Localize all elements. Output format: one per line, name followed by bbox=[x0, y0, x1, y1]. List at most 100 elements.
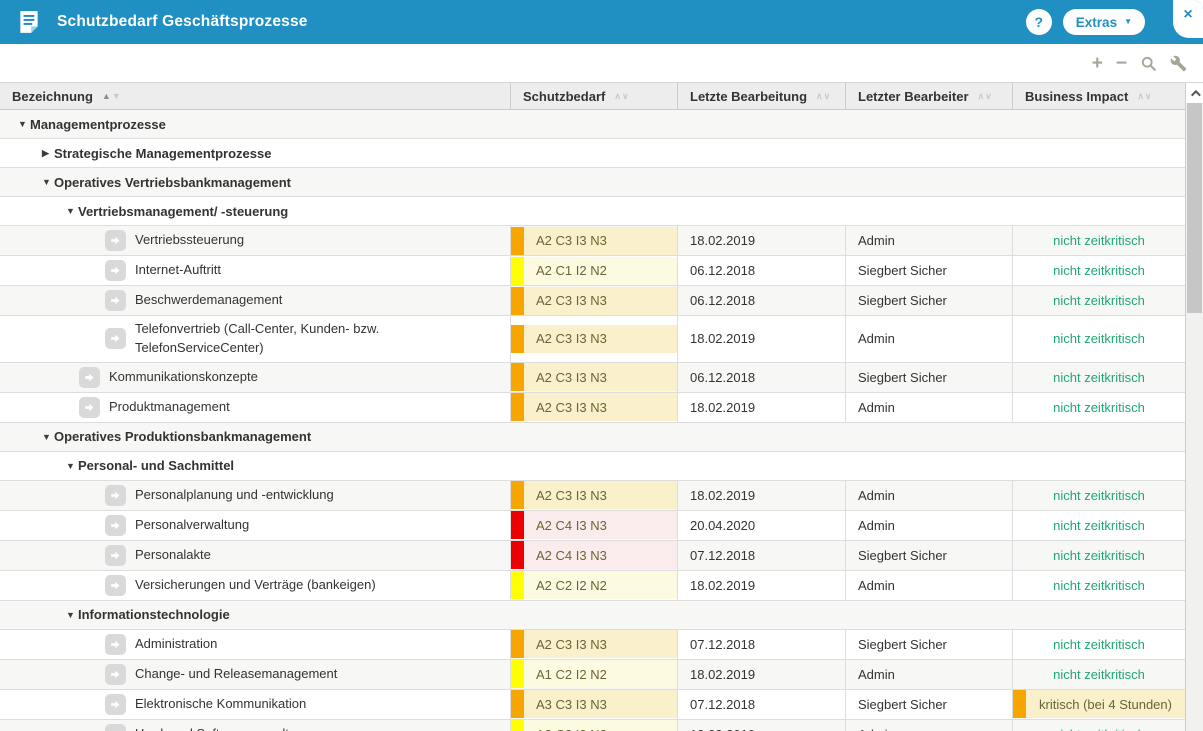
schutzbedarf-cell: A2 C4 I3 N3 bbox=[510, 541, 677, 570]
open-process-icon[interactable] bbox=[105, 290, 126, 311]
column-header-bezeichnung[interactable]: Bezeichnung ▲▼ bbox=[0, 83, 510, 109]
scroll-up-button[interactable] bbox=[1186, 83, 1203, 103]
business-impact-cell: nicht zeitkritisch bbox=[1012, 226, 1185, 255]
table-header-row: Bezeichnung ▲▼ Schutzbedarf ∧∨ Letzte Be… bbox=[0, 83, 1185, 110]
schutzbedarf-cell: A2 C3 I3 N3 bbox=[510, 226, 677, 255]
process-name-cell: Personalverwaltung bbox=[0, 511, 510, 540]
page-title: Schutzbedarf Geschäftsprozesse bbox=[57, 13, 308, 31]
business-impact-cell: nicht zeitkritisch bbox=[1012, 541, 1185, 570]
sort-icons: ▲▼ bbox=[102, 92, 121, 101]
letzter-bearbeiter-cell: Admin bbox=[845, 660, 1012, 689]
impact-value: nicht zeitkritisch bbox=[1053, 578, 1145, 593]
open-process-icon[interactable] bbox=[105, 724, 126, 731]
group-label: Strategische Managementprozesse bbox=[54, 146, 271, 161]
process-name-cell: Hard- und Softwareverwaltung bbox=[0, 720, 510, 731]
column-header-letzter-bearbeiter[interactable]: Letzter Bearbeiter ∧∨ bbox=[845, 83, 1012, 109]
wrench-icon[interactable] bbox=[1170, 55, 1187, 72]
tree-group-row[interactable]: ▼Informationstechnologie bbox=[0, 601, 1185, 630]
process-label: Personalplanung und -entwicklung bbox=[135, 486, 334, 505]
letzte-bearbeitung-cell: 07.12.2018 bbox=[677, 690, 845, 719]
process-row[interactable]: KommunikationskonzepteA2 C3 I3 N306.12.2… bbox=[0, 363, 1185, 393]
process-label: Hard- und Softwareverwaltung bbox=[135, 725, 311, 731]
process-row[interactable]: Change- und ReleasemanagementA1 C2 I2 N2… bbox=[0, 660, 1185, 690]
process-row[interactable]: ProduktmanagementA2 C3 I3 N318.02.2019Ad… bbox=[0, 393, 1185, 423]
impact-value: nicht zeitkritisch bbox=[1053, 263, 1145, 278]
open-process-icon[interactable] bbox=[105, 328, 126, 349]
table-body: ▼Managementprozesse▶Strategische Managem… bbox=[0, 110, 1185, 731]
schutzbedarf-value: A3 C3 I3 N3 bbox=[524, 690, 677, 718]
tree-group-row[interactable]: ▶Strategische Managementprozesse bbox=[0, 139, 1185, 168]
search-icon[interactable] bbox=[1140, 55, 1157, 72]
process-row[interactable]: Internet-AuftrittA2 C1 I2 N206.12.2018Si… bbox=[0, 256, 1185, 286]
open-process-icon[interactable] bbox=[105, 545, 126, 566]
open-process-icon[interactable] bbox=[105, 575, 126, 596]
process-row[interactable]: Versicherungen und Verträge (bankeigen)A… bbox=[0, 571, 1185, 601]
schutzbedarf-badge: A2 C1 I2 N2 bbox=[511, 257, 677, 285]
schutzbedarf-cell: A2 C3 I3 N3 bbox=[510, 363, 677, 392]
process-row[interactable]: Personalplanung und -entwicklungA2 C3 I3… bbox=[0, 481, 1185, 511]
expand-arrow-icon[interactable]: ▶ bbox=[42, 148, 54, 159]
open-process-icon[interactable] bbox=[105, 230, 126, 251]
collapse-arrow-icon[interactable]: ▼ bbox=[42, 177, 54, 187]
severity-bar bbox=[511, 571, 524, 599]
open-process-icon[interactable] bbox=[105, 664, 126, 685]
tree-group-row[interactable]: ▼Personal- und Sachmittel bbox=[0, 452, 1185, 481]
schutzbedarf-badge: A2 C3 I3 N3 bbox=[511, 363, 677, 391]
impact-value: nicht zeitkritisch bbox=[1053, 400, 1145, 415]
column-header-business-impact[interactable]: Business Impact ∧∨ bbox=[1012, 83, 1185, 109]
collapse-arrow-icon[interactable]: ▼ bbox=[18, 119, 30, 129]
vertical-scrollbar[interactable] bbox=[1185, 83, 1203, 731]
open-process-icon[interactable] bbox=[105, 485, 126, 506]
collapse-arrow-icon[interactable]: ▼ bbox=[66, 461, 78, 471]
schutzbedarf-badge: A2 C3 I3 N3 bbox=[511, 393, 677, 421]
process-row[interactable]: VertriebssteuerungA2 C3 I3 N318.02.2019A… bbox=[0, 226, 1185, 256]
severity-bar bbox=[511, 227, 524, 255]
process-row[interactable]: PersonalverwaltungA2 C4 I3 N320.04.2020A… bbox=[0, 511, 1185, 541]
schutzbedarf-badge: A2 C4 I3 N3 bbox=[511, 511, 677, 539]
tree-group-row[interactable]: ▼Operatives Produktionsbankmanagement bbox=[0, 423, 1185, 452]
column-header-letzte-bearbeitung[interactable]: Letzte Bearbeitung ∧∨ bbox=[677, 83, 845, 109]
letzter-bearbeiter-cell: Siegbert Sicher bbox=[845, 630, 1012, 659]
process-row[interactable]: AdministrationA2 C3 I3 N307.12.2018Siegb… bbox=[0, 630, 1185, 660]
open-process-icon[interactable] bbox=[105, 515, 126, 536]
extras-button[interactable]: Extras ▼ bbox=[1063, 9, 1145, 35]
scrollbar-thumb[interactable] bbox=[1187, 103, 1202, 313]
impact-value: nicht zeitkritisch bbox=[1053, 331, 1145, 346]
open-process-icon[interactable] bbox=[79, 397, 100, 418]
severity-bar bbox=[511, 393, 524, 421]
impact-value: nicht zeitkritisch bbox=[1053, 370, 1145, 385]
process-row[interactable]: Telefonvertrieb (Call-Center, Kunden- bz… bbox=[0, 316, 1185, 363]
tree-group-row[interactable]: ▼Operatives Vertriebsbankmanagement bbox=[0, 168, 1185, 197]
group-label: Managementprozesse bbox=[30, 117, 166, 132]
business-impact-cell: nicht zeitkritisch bbox=[1012, 363, 1185, 392]
business-impact-cell: nicht zeitkritisch bbox=[1012, 720, 1185, 731]
open-process-icon[interactable] bbox=[105, 260, 126, 281]
process-row[interactable]: PersonalakteA2 C4 I3 N307.12.2018Siegber… bbox=[0, 541, 1185, 571]
process-label: Beschwerdemanagement bbox=[135, 291, 282, 310]
minus-icon[interactable]: − bbox=[1116, 54, 1127, 73]
tree-group-row[interactable]: ▼Managementprozesse bbox=[0, 110, 1185, 139]
group-name-cell: ▶Strategische Managementprozesse bbox=[0, 139, 1185, 167]
group-name-cell: ▼Informationstechnologie bbox=[0, 601, 1185, 629]
open-process-icon[interactable] bbox=[105, 694, 126, 715]
close-button[interactable]: × bbox=[1173, 0, 1203, 38]
schutzbedarf-value: A2 C3 I3 N3 bbox=[524, 227, 677, 255]
impact-value: nicht zeitkritisch bbox=[1053, 727, 1145, 731]
schutzbedarf-value: A1 C2 I2 N2 bbox=[524, 660, 677, 688]
process-row[interactable]: BeschwerdemanagementA2 C3 I3 N306.12.201… bbox=[0, 286, 1185, 316]
process-row[interactable]: Hard- und SoftwareverwaltungA2 C2 I2 N21… bbox=[0, 720, 1185, 731]
schutzbedarf-value: A2 C4 I3 N3 bbox=[524, 541, 677, 569]
collapse-arrow-icon[interactable]: ▼ bbox=[66, 610, 78, 620]
tree-group-row[interactable]: ▼Vertriebsmanagement/ -steuerung bbox=[0, 197, 1185, 226]
collapse-arrow-icon[interactable]: ▼ bbox=[66, 206, 78, 216]
open-process-icon[interactable] bbox=[79, 367, 100, 388]
plus-icon[interactable]: + bbox=[1092, 54, 1103, 73]
schutzbedarf-cell: A2 C1 I2 N2 bbox=[510, 256, 677, 285]
help-button[interactable]: ? bbox=[1026, 9, 1052, 35]
collapse-arrow-icon[interactable]: ▼ bbox=[42, 432, 54, 442]
column-header-schutzbedarf[interactable]: Schutzbedarf ∧∨ bbox=[510, 83, 677, 109]
severity-bar bbox=[511, 541, 524, 569]
severity-bar bbox=[511, 325, 524, 353]
process-row[interactable]: Elektronische KommunikationA3 C3 I3 N307… bbox=[0, 690, 1185, 720]
open-process-icon[interactable] bbox=[105, 634, 126, 655]
